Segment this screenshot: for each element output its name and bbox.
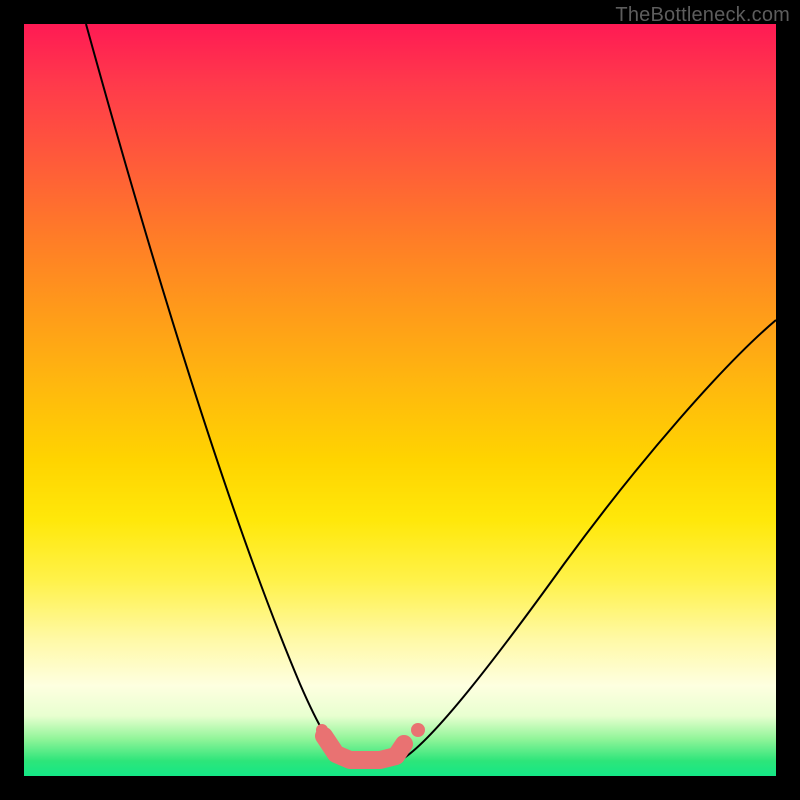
valley-worm bbox=[324, 736, 404, 760]
plot-area bbox=[24, 24, 776, 776]
watermark-text: TheBottleneck.com bbox=[615, 4, 790, 27]
worm-dot-right bbox=[411, 723, 425, 737]
curve-layer bbox=[24, 24, 776, 776]
curve-right bbox=[404, 320, 776, 758]
curve-left bbox=[86, 24, 342, 756]
worm-dot-left bbox=[316, 724, 328, 736]
chart-frame: TheBottleneck.com bbox=[0, 0, 800, 800]
